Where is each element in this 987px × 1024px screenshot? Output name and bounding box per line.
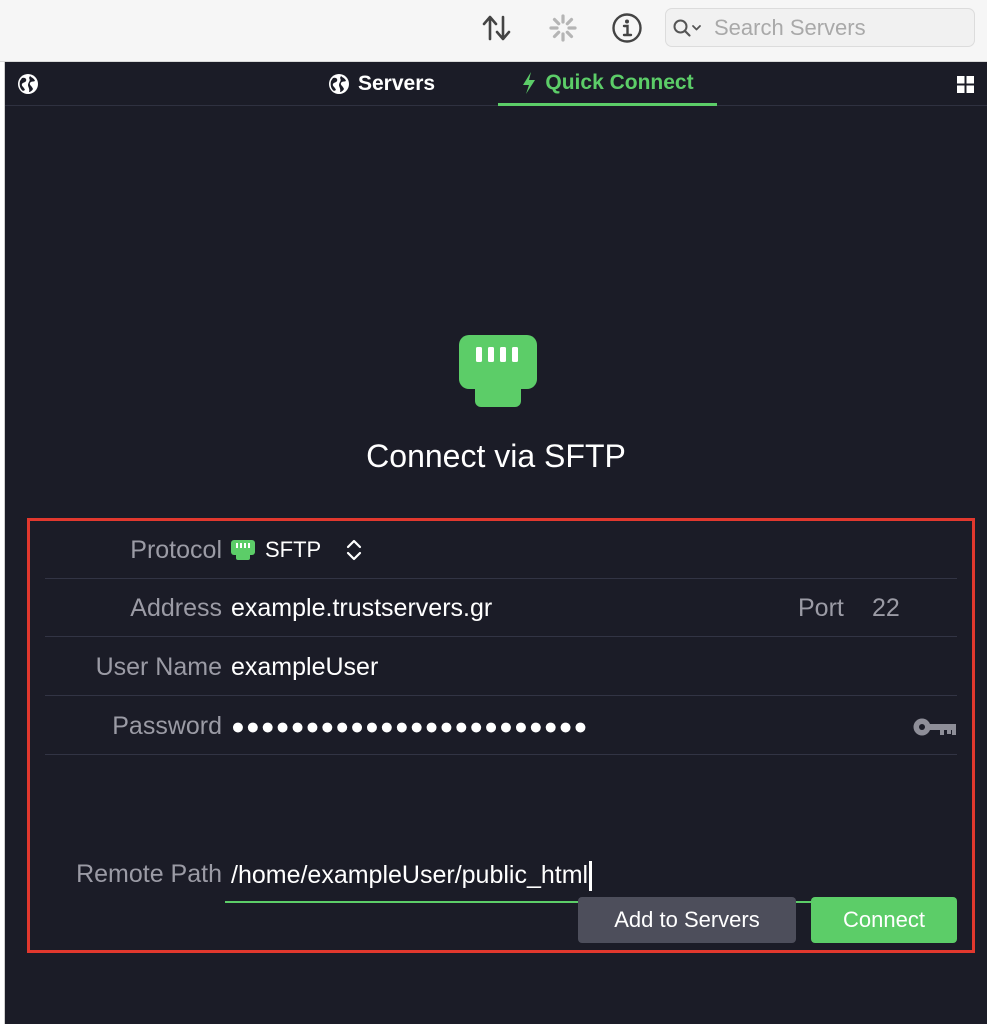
remote-path-text: /home/exampleUser/public_html	[231, 849, 593, 901]
search-field[interactable]	[665, 8, 975, 47]
tab-quick-connect-label: Quick Connect	[545, 70, 694, 94]
info-icon[interactable]	[609, 10, 645, 46]
tab-servers[interactable]: Servers	[328, 62, 435, 106]
lightning-icon	[523, 71, 536, 94]
ethernet-port-icon	[459, 335, 537, 407]
spinner-icon[interactable]	[545, 10, 581, 46]
password-label: Password	[112, 712, 222, 740]
protocol-value: SFTP	[265, 537, 322, 562]
username-field[interactable]: exampleUser	[231, 638, 378, 696]
globe-icon[interactable]	[17, 73, 39, 95]
connection-heading: Connect via SFTP	[366, 438, 626, 474]
quick-connect-panel: Servers Quick Connect Connect via SFTP P…	[5, 62, 987, 1024]
sort-arrows-icon[interactable]	[479, 10, 515, 46]
username-label: User Name	[95, 653, 222, 681]
protocol-label: Protocol	[130, 536, 222, 564]
connection-form: Protocol SFTP Address example.trustserve…	[27, 518, 975, 953]
add-to-servers-button[interactable]: Add to Servers	[578, 897, 796, 943]
remote-path-value: /home/exampleUser/public_html	[231, 861, 589, 889]
remote-path-label: Remote Path	[76, 860, 222, 888]
address-field[interactable]: example.trustservers.gr	[231, 579, 492, 637]
key-icon[interactable]	[913, 717, 957, 737]
window-toolbar	[0, 0, 987, 62]
port-label: Port	[798, 594, 844, 622]
password-row: Password ●●●●●●●●●●●●●●●●●●●●●●●●	[45, 697, 957, 755]
remote-path-field[interactable]: /home/exampleUser/public_html	[225, 849, 957, 903]
tab-servers-label: Servers	[358, 72, 436, 95]
search-input[interactable]	[714, 9, 964, 46]
address-label: Address	[130, 594, 222, 622]
ethernet-port-icon	[231, 540, 255, 560]
password-field[interactable]: ●●●●●●●●●●●●●●●●●●●●●●●●	[231, 697, 588, 755]
tab-bar: Servers Quick Connect	[5, 62, 987, 106]
port-field[interactable]: 22	[872, 579, 900, 637]
protocol-select[interactable]: SFTP	[231, 521, 363, 579]
chevron-updown-icon	[347, 539, 362, 561]
connect-button[interactable]: Connect	[811, 897, 957, 943]
protocol-row: Protocol SFTP	[45, 521, 957, 579]
search-icon[interactable]	[672, 18, 706, 38]
username-row: User Name exampleUser	[45, 638, 957, 696]
address-row: Address example.trustservers.gr Port 22	[45, 579, 957, 637]
globe-icon	[329, 74, 349, 94]
tab-quick-connect[interactable]: Quick Connect	[498, 62, 717, 106]
grid-view-icon[interactable]	[957, 76, 974, 93]
text-caret	[589, 861, 593, 892]
remote-path-row: Remote Path /home/exampleUser/public_htm…	[45, 845, 957, 903]
